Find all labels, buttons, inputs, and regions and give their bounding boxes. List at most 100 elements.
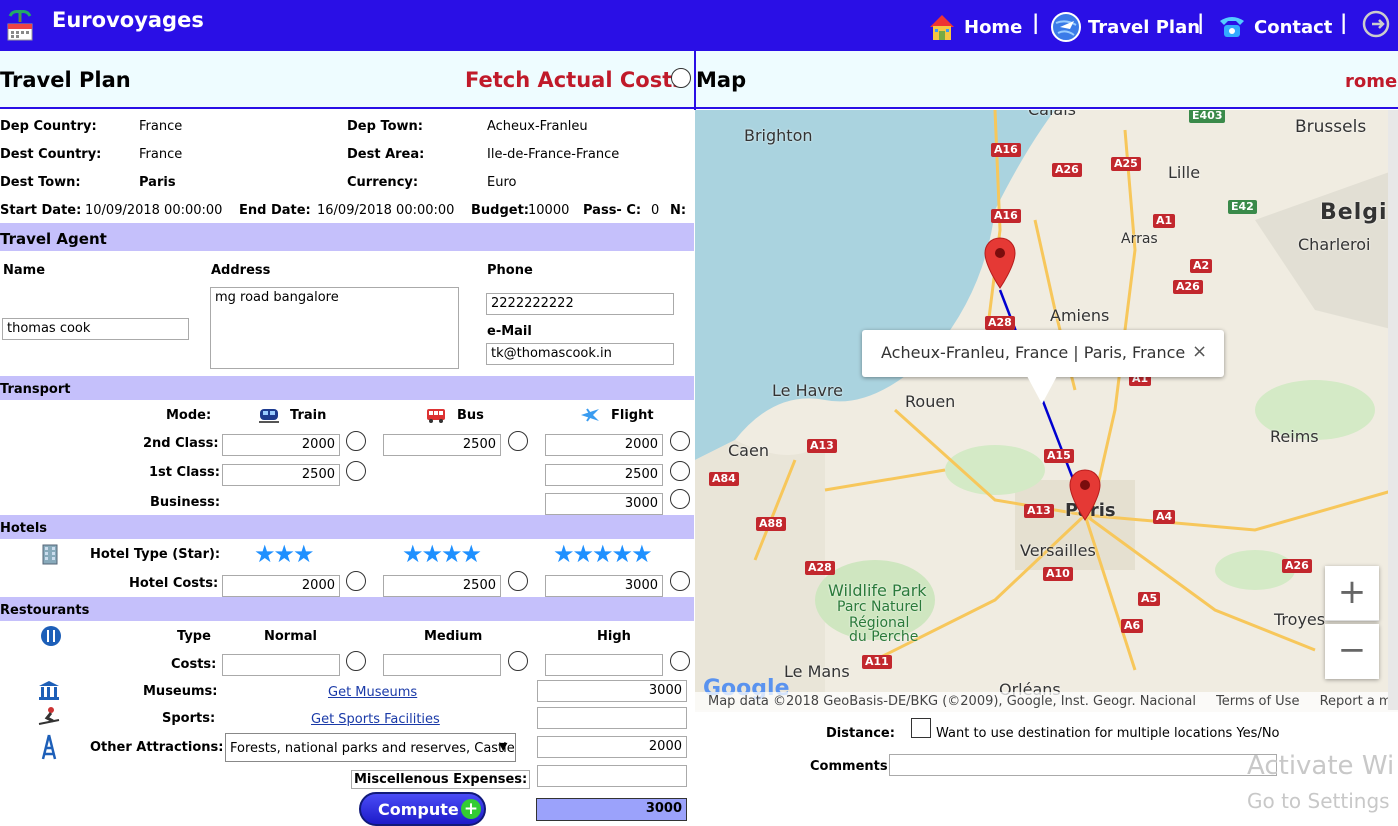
map-error-text: rome (1345, 71, 1398, 92)
map-road-label: A1 (1153, 214, 1176, 228)
flight-2nd-class-input[interactable]: 2000 (545, 434, 663, 456)
museums-cost-input[interactable]: 3000 (537, 680, 687, 702)
dep-country-value: France (139, 119, 183, 134)
attractions-cost-input[interactable]: 2000 (537, 736, 687, 758)
map-city-label: Rouen (905, 392, 956, 411)
dest-town-label: Dest Town: (0, 175, 81, 190)
map-header: Map rome (696, 51, 1398, 109)
chevron-down-icon: ▼ (499, 740, 508, 753)
restaurant-icon (41, 626, 61, 646)
map-view[interactable]: Calais Brighton Brussels Lille Belgiu Ar… (695, 110, 1398, 712)
hotel-3star-cost-input[interactable]: 2000 (222, 575, 340, 597)
agent-phone-input[interactable]: 2222222222 (486, 293, 674, 315)
flight-business-radio[interactable] (670, 489, 690, 509)
sports-cost-input[interactable] (537, 707, 687, 729)
train-1st-class-input[interactable]: 2500 (222, 464, 340, 486)
bus-2nd-class-input[interactable]: 2500 (383, 434, 501, 456)
logout-icon[interactable] (1361, 9, 1391, 39)
hotel-3star-radio[interactable] (346, 571, 366, 591)
palm-calendar-icon (7, 10, 33, 41)
mode-label: Mode: (166, 408, 212, 423)
restaurant-high-input[interactable] (545, 654, 663, 676)
terms-link[interactable]: Terms of Use (1216, 694, 1299, 709)
nights-label: N: (670, 203, 687, 218)
nav-home[interactable]: Home (926, 11, 1022, 43)
map-city-label: Calais (1028, 110, 1076, 119)
agent-email-label: e-Mail (487, 324, 532, 339)
restaurants-section: Restourants (0, 597, 694, 621)
budget-label: Budget: (471, 203, 530, 218)
restaurant-normal-radio[interactable] (346, 651, 366, 671)
map-city-label: Brussels (1295, 117, 1367, 137)
end-date-label: End Date: (239, 203, 311, 218)
hotel-5star-radio[interactable] (670, 571, 690, 591)
hotel-5star-cost-input[interactable]: 3000 (545, 575, 663, 597)
restaurant-normal-input[interactable] (222, 654, 340, 676)
house-icon (930, 15, 954, 40)
zoom-in-button[interactable]: + (1325, 566, 1379, 621)
restaurant-medium-radio[interactable] (508, 651, 528, 671)
business-label: Business: (150, 495, 221, 510)
passengers-value: 0 (651, 203, 660, 218)
map-road-label: A15 (1044, 449, 1074, 463)
high-label: High (597, 629, 631, 644)
phone-icon (1220, 17, 1244, 37)
restaurant-medium-input[interactable] (383, 654, 501, 676)
close-icon[interactable]: × (1192, 341, 1207, 362)
attractions-select[interactable]: Forests, national parks and reserves, Ca… (225, 733, 516, 762)
dest-town-value: Paris (139, 175, 176, 190)
flight-1st-class-input[interactable]: 2500 (545, 464, 663, 486)
map-road-label: A88 (756, 517, 786, 531)
train-1st-class-radio[interactable] (346, 461, 366, 481)
zoom-out-button[interactable]: − (1325, 624, 1379, 679)
restaurant-high-radio[interactable] (670, 651, 690, 671)
plus-icon: + (461, 799, 481, 819)
destination-marker-icon[interactable] (1068, 468, 1102, 524)
report-error-link[interactable]: Report a map error (1320, 694, 1398, 709)
agent-email-input[interactable]: tk@thomascook.in (486, 343, 674, 365)
bus-icon (427, 409, 445, 423)
multi-destination-checkbox[interactable] (911, 718, 931, 738)
bus-2nd-class-radio[interactable] (508, 431, 528, 451)
hotels-section: Hotels (0, 515, 694, 539)
comments-input[interactable] (889, 754, 1277, 776)
flight-business-input[interactable]: 3000 (545, 493, 663, 515)
train-2nd-class-input[interactable]: 2000 (222, 434, 340, 456)
origin-marker-icon[interactable] (983, 236, 1017, 292)
hotel-4star-cost-input[interactable]: 2500 (383, 575, 501, 597)
scrollbar[interactable] (1388, 110, 1398, 710)
map-info-window: Acheux-Franleu, France | Paris, France × (862, 330, 1224, 404)
agent-address-textarea[interactable]: mg road bangalore (210, 287, 459, 369)
map-attribution: Map data ©2018 GeoBasis-DE/BKG (©2009), … (708, 694, 1196, 709)
map-road-label: A4 (1153, 510, 1176, 524)
flight-2nd-class-radio[interactable] (670, 431, 690, 451)
misc-expenses-label: Miscellenous Expenses: (351, 770, 531, 789)
multi-destination-label: Want to use destination for multiple loc… (936, 726, 1280, 741)
map-park-label: Parc Naturel (837, 599, 923, 615)
dep-town-label: Dep Town: (347, 119, 423, 134)
flight-label: Flight (611, 408, 654, 423)
fetch-costs-radio[interactable] (671, 68, 691, 88)
misc-expenses-input[interactable] (537, 765, 687, 787)
train-2nd-class-radio[interactable] (346, 431, 366, 451)
map-country-label: Belgiu (1320, 200, 1398, 225)
compute-button[interactable]: Compute + (359, 792, 486, 826)
get-museums-link[interactable]: Get Museums (328, 685, 417, 700)
three-star-rating[interactable]: ★★★ (254, 540, 315, 568)
map-road-label: A10 (1043, 567, 1073, 581)
four-star-rating[interactable]: ★★★★ (402, 540, 482, 568)
museums-label: Museums: (143, 684, 218, 699)
agent-name-input[interactable]: thomas cook (2, 318, 189, 340)
nav-separator: | (1032, 10, 1040, 34)
five-star-rating[interactable]: ★★★★★ (553, 540, 653, 568)
map-road-label: E42 (1228, 200, 1257, 214)
get-sports-link[interactable]: Get Sports Facilities (311, 712, 440, 727)
nav-contact[interactable]: Contact (1216, 11, 1332, 43)
flight-1st-class-radio[interactable] (670, 461, 690, 481)
hotel-4star-radio[interactable] (508, 571, 528, 591)
map-city-label: Charleroi (1298, 235, 1371, 254)
bus-label: Bus (457, 408, 484, 423)
nav-separator: | (1340, 10, 1348, 34)
fetch-costs-label: Fetch Actual Costs (465, 68, 685, 92)
nav-travel-plan[interactable]: Travel Plan (1050, 11, 1200, 43)
